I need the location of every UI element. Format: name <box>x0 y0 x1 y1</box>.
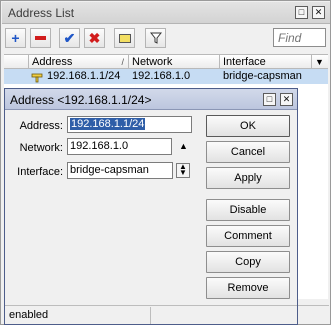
filter-icon <box>149 32 162 44</box>
address-label: Address: <box>19 120 63 132</box>
dialog-status-bar: enabled <box>5 305 297 324</box>
comment-button[interactable]: Comment <box>206 225 290 247</box>
column-menu-button[interactable]: ▼ <box>312 55 328 69</box>
window-titlebar[interactable]: Address List □ ✕ <box>2 2 330 24</box>
table-row[interactable]: 192.168.1.1/24 192.168.1.0 bridge-capsma… <box>4 69 328 84</box>
dialog-close-icon[interactable]: ✕ <box>280 93 293 106</box>
collapse-up-icon[interactable]: ▲ <box>179 141 188 151</box>
maximize-icon[interactable]: □ <box>295 6 308 19</box>
interface-dropdown-button[interactable]: ▲ ▼ <box>176 163 190 178</box>
column-interface[interactable]: Interface <box>220 55 312 69</box>
interface-value: bridge-capsman <box>70 164 149 176</box>
close-icon[interactable]: ✕ <box>312 6 325 19</box>
remove-button[interactable]: Remove <box>206 277 290 299</box>
column-network-label: Network <box>132 56 173 68</box>
column-address[interactable]: Address / <box>29 55 129 69</box>
comment-button[interactable] <box>114 28 135 48</box>
add-button[interactable]: + <box>5 28 26 48</box>
filter-button[interactable] <box>145 28 166 48</box>
find-input[interactable] <box>273 28 326 47</box>
network-label: Network: <box>19 142 63 154</box>
dialog-titlebar[interactable]: Address <192.168.1.1/24> □ ✕ <box>5 89 297 110</box>
column-address-label: Address <box>32 56 73 68</box>
window-title: Address List <box>8 6 75 20</box>
minus-icon <box>35 36 46 41</box>
chevron-down-icon: ▼ <box>315 57 324 67</box>
dialog-title: Address <192.168.1.1/24> <box>10 93 152 107</box>
copy-button[interactable]: Copy <box>206 251 290 273</box>
row-network: 192.168.1.0 <box>132 70 191 82</box>
updown-arrow-icon: ▲ ▼ <box>179 162 187 177</box>
column-interface-label: Interface <box>223 56 266 68</box>
network-value: 192.168.1.0 <box>70 140 129 152</box>
column-network[interactable]: Network <box>129 55 220 69</box>
row-interface: bridge-capsman <box>223 70 302 82</box>
dialog-status-text: enabled <box>9 309 49 321</box>
row-address: 192.168.1.1/24 <box>47 70 121 82</box>
enable-button[interactable]: ✔ <box>59 28 80 48</box>
column-flags[interactable] <box>4 55 29 69</box>
dialog-maximize-icon[interactable]: □ <box>263 93 276 106</box>
address-dialog: Address <192.168.1.1/24> □ ✕ Address: 19… <box>4 88 298 325</box>
address-field[interactable]: 192.168.1.1/24 <box>67 116 192 133</box>
note-icon <box>118 34 131 43</box>
table-header: Address / Network Interface ▼ <box>4 54 328 69</box>
network-field[interactable]: 192.168.1.0 <box>67 138 172 155</box>
interface-select[interactable]: bridge-capsman <box>67 162 173 179</box>
apply-button[interactable]: Apply <box>206 167 290 189</box>
sort-icon: / <box>121 57 124 67</box>
status-separator <box>150 307 151 324</box>
address-value: 192.168.1.1/24 <box>70 118 146 130</box>
remove-button[interactable] <box>30 28 51 48</box>
disable-button[interactable]: ✖ <box>84 28 105 48</box>
interface-label: Interface: <box>17 166 63 178</box>
cancel-button[interactable]: Cancel <box>206 141 290 163</box>
disable-button[interactable]: Disable <box>206 199 290 221</box>
ok-button[interactable]: OK <box>206 115 290 137</box>
